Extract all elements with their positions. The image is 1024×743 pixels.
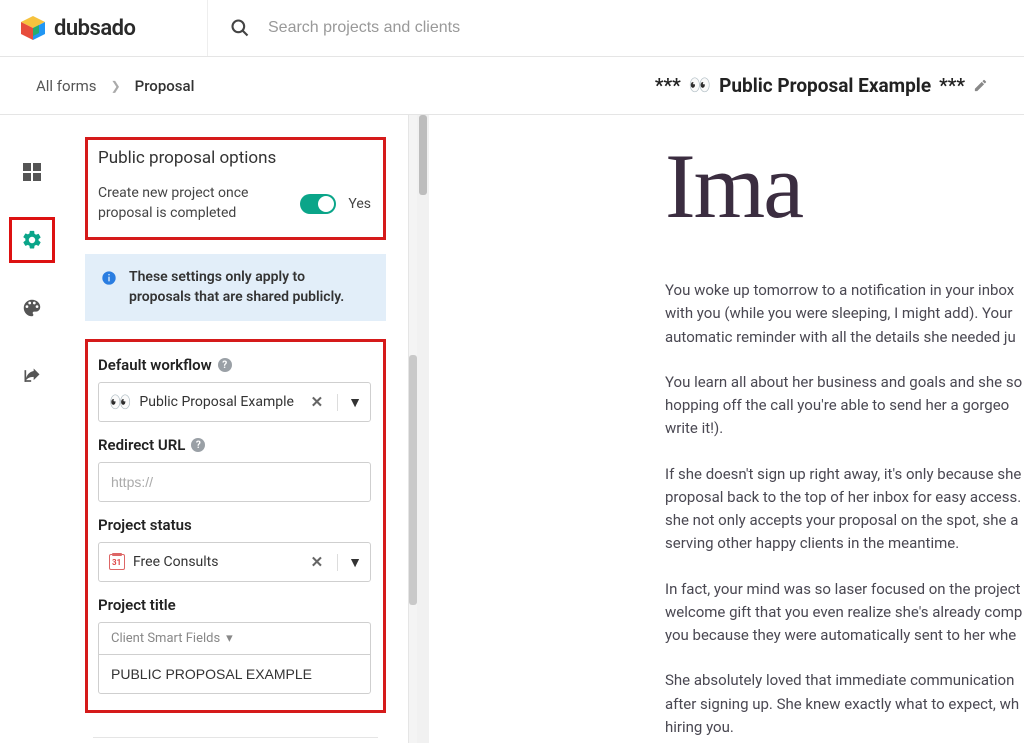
project-status-label: Project status — [98, 516, 371, 534]
create-project-toggle[interactable] — [300, 194, 336, 214]
smart-fields-dropdown[interactable]: Client Smart Fields ▾ — [98, 622, 371, 654]
proposal-fields-section: Default workflow ? 👀 Public Proposal Exa… — [85, 339, 386, 713]
redirect-url-label: Redirect URL ? — [98, 436, 371, 454]
icon-rail — [0, 115, 63, 743]
project-title-label: Project title — [98, 596, 371, 614]
palette-icon[interactable] — [15, 291, 49, 325]
page-title: *** 👀 Public Proposal Example *** — [655, 74, 988, 97]
preview-paragraph: You woke up tomorrow to a notification i… — [665, 279, 1024, 349]
info-icon — [101, 270, 117, 286]
chevron-right-icon: ❯ — [111, 79, 121, 93]
breadcrumb: All forms ❯ Proposal — [36, 77, 194, 95]
section-title: Public proposal options — [98, 148, 371, 168]
share-icon[interactable] — [15, 359, 49, 393]
toggle-label: Create new project once proposal is comp… — [98, 184, 290, 223]
scrollbar[interactable] — [409, 115, 417, 743]
edit-title-icon[interactable] — [973, 78, 988, 93]
info-text: These settings only apply to proposals t… — [129, 268, 370, 307]
search-icon[interactable] — [230, 18, 250, 38]
scrollbar-outer-thumb[interactable] — [419, 115, 427, 195]
default-workflow-select[interactable]: 👀 Public Proposal Example ✕ ▼ — [98, 382, 371, 422]
settings-panel: Public proposal options Create new proje… — [63, 115, 409, 743]
preview-paragraph: She absolutely loved that immediate comm… — [665, 669, 1024, 739]
create-project-toggle-row: Create new project once proposal is comp… — [98, 184, 371, 223]
preview-paragraph: You learn all about her business and goa… — [665, 371, 1024, 441]
workflow-value: Public Proposal Example — [139, 394, 296, 410]
logo-area: dubsado — [0, 15, 207, 41]
breadcrumb-current: Proposal — [135, 77, 195, 95]
breadcrumb-root[interactable]: All forms — [36, 77, 97, 95]
form-preview: Ima You woke up tomorrow to a notificati… — [429, 115, 1024, 743]
help-icon[interactable]: ? — [218, 358, 232, 372]
breadcrumb-bar: All forms ❯ Proposal *** 👀 Public Propos… — [0, 57, 1024, 115]
help-icon[interactable]: ? — [191, 438, 205, 452]
logo-icon — [20, 15, 46, 41]
title-prefix: *** — [655, 74, 681, 97]
scrollbar-thumb[interactable] — [409, 355, 417, 605]
settings-panel-wrap: Public proposal options Create new proje… — [63, 115, 429, 743]
scrollbar-outer[interactable] — [417, 115, 429, 743]
search-input[interactable] — [268, 19, 568, 37]
caret-down-icon[interactable]: ▼ — [337, 394, 362, 411]
redirect-url-input[interactable] — [98, 462, 371, 502]
default-workflow-label: Default workflow ? — [98, 356, 371, 374]
eyes-icon: 👀 — [109, 392, 131, 413]
project-status-select[interactable]: Free Consults ✕ ▼ — [98, 542, 371, 582]
caret-down-icon: ▾ — [226, 631, 233, 646]
title-suffix: *** — [939, 74, 965, 97]
clear-workflow-icon[interactable]: ✕ — [305, 393, 330, 411]
preview-paragraph: If she doesn't sign up right away, it's … — [665, 463, 1024, 556]
preview-heading: Ima — [665, 133, 1024, 239]
clear-status-icon[interactable]: ✕ — [305, 553, 330, 571]
logo-text: dubsado — [54, 16, 136, 41]
calendar-icon — [109, 554, 125, 570]
eyes-icon: 👀 — [689, 75, 711, 96]
project-title-input[interactable] — [98, 654, 371, 694]
info-banner: These settings only apply to proposals t… — [85, 254, 386, 321]
toggle-value: Yes — [348, 196, 371, 212]
search-area — [207, 0, 1024, 56]
title-text: Public Proposal Example — [719, 74, 931, 97]
main-area: Public proposal options Create new proje… — [0, 115, 1024, 743]
top-bar: dubsado — [0, 0, 1024, 57]
public-proposal-options-section: Public proposal options Create new proje… — [85, 137, 386, 240]
project-status-value: Free Consults — [133, 554, 297, 570]
preview-paragraph: In fact, your mind was so laser focused … — [665, 578, 1024, 648]
grid-icon[interactable] — [15, 155, 49, 189]
settings-icon[interactable] — [15, 223, 49, 257]
divider — [93, 737, 378, 738]
caret-down-icon[interactable]: ▼ — [337, 554, 362, 571]
